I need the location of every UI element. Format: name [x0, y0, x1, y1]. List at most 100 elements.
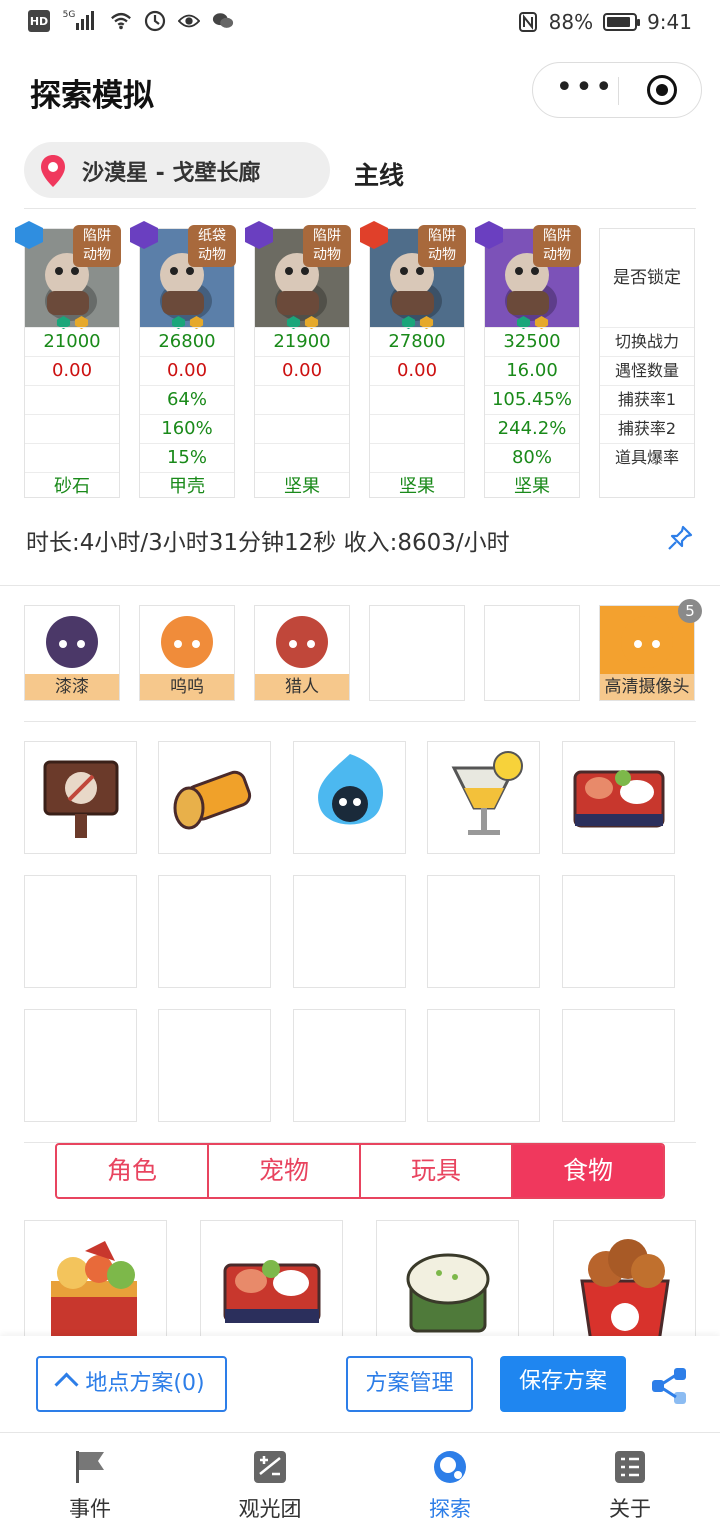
character-column[interactable]: 纸袋 动物 26800 0.00 64% 160% 15% 甲壳 — [130, 221, 236, 501]
companion-slot[interactable]: 猎人 — [254, 605, 350, 701]
fried-chicken-bucket-icon — [580, 1239, 670, 1349]
item-value: 坚果 — [370, 472, 464, 501]
companion-slot[interactable]: 漆漆 — [24, 605, 120, 701]
encounter-value: 16.00 — [485, 356, 579, 385]
empty-companion-slot[interactable] — [484, 605, 580, 701]
bento-box-icon — [223, 1260, 321, 1323]
encounter-value: 0.00 — [370, 356, 464, 385]
power-value: 26800 — [140, 327, 234, 356]
character-column[interactable]: 陷阱 动物 21900 0.00 坚果 — [245, 221, 351, 501]
companion-portrait — [276, 616, 328, 668]
equipped-item-slot[interactable] — [562, 741, 675, 854]
item-value: 坚果 — [485, 472, 579, 501]
tab-pets[interactable]: 宠物 — [209, 1145, 361, 1197]
food-item[interactable] — [553, 1220, 696, 1350]
capture1-label: 捕获率1 — [600, 385, 694, 414]
category-tabs: 角色 宠物 玩具 食物 — [55, 1143, 665, 1199]
capsule-divider — [618, 77, 619, 105]
tab-food[interactable]: 食物 — [513, 1145, 663, 1197]
tab-characters[interactable]: 角色 — [57, 1145, 209, 1197]
character-column[interactable]: 陷阱 动物 32500 16.00 105.45% 244.2% 80% 坚果 — [475, 221, 581, 501]
drop-value — [25, 443, 119, 472]
companion-name: 漆漆 — [25, 674, 119, 700]
power-label[interactable]: 切换战力 — [600, 327, 694, 356]
empty-item-slot[interactable] — [158, 1009, 271, 1122]
explore-icon — [434, 1451, 466, 1483]
plan-manage-button[interactable]: 方案管理 — [346, 1356, 473, 1412]
pin-icon[interactable] — [666, 524, 694, 552]
character-column[interactable]: 陷阱 动物 27800 0.00 坚果 — [360, 221, 466, 501]
trap-type-tag: 陷阱 动物 — [533, 225, 581, 267]
wifi-icon — [110, 10, 132, 32]
companion-portrait — [46, 616, 98, 668]
location-selector[interactable]: 沙漠星 - 戈壁长廊 — [24, 142, 330, 198]
encounter-value: 0.00 — [140, 356, 234, 385]
trap-type-tag: 陷阱 动物 — [303, 225, 351, 267]
empty-companion-slot[interactable] — [369, 605, 465, 701]
empty-item-slot[interactable] — [24, 1009, 137, 1122]
list-icon — [615, 1451, 645, 1483]
tabbar-item-events[interactable]: 事件 — [0, 1433, 180, 1533]
blue-flame-skull-icon — [318, 754, 384, 825]
chevron-up-icon — [54, 1372, 79, 1397]
tab-toys[interactable]: 玩具 — [361, 1145, 513, 1197]
equipped-item-slot[interactable] — [293, 741, 406, 854]
tabbar-item-about[interactable]: 关于 — [540, 1433, 720, 1533]
lock-label[interactable]: 是否锁定 — [600, 229, 694, 327]
equipped-item-slot[interactable] — [24, 741, 137, 854]
drop-value: 80% — [485, 443, 579, 472]
status-bar: HD 5G 88% 9:41 — [0, 0, 720, 46]
target-icon[interactable] — [647, 75, 677, 105]
bento-box-icon — [573, 770, 665, 828]
drop-value: 15% — [140, 443, 234, 472]
encounter-label: 遇怪数量 — [600, 356, 694, 385]
empty-item-slot[interactable] — [158, 875, 271, 988]
companion-slot[interactable]: 呜呜 — [139, 605, 235, 701]
empty-item-slot[interactable] — [562, 875, 675, 988]
equipped-item-slot[interactable] — [158, 741, 271, 854]
food-item[interactable] — [200, 1220, 343, 1350]
character-column[interactable]: 陷阱 动物 21000 0.00 砂石 — [15, 221, 121, 498]
capture1-value — [25, 385, 119, 414]
flag-icon — [76, 1451, 104, 1483]
power-value: 27800 — [370, 327, 464, 356]
save-plan-button[interactable]: 保存方案 — [500, 1356, 626, 1412]
empty-item-slot[interactable] — [293, 875, 406, 988]
divider — [24, 721, 696, 722]
device-count-badge: 5 — [678, 599, 702, 623]
capture2-value: 160% — [140, 414, 234, 443]
item-value: 甲壳 — [140, 472, 234, 501]
equipped-item-slot[interactable] — [427, 741, 540, 854]
stat-label-column: 是否锁定 切换战力 遇怪数量 捕获率1 捕获率2 道具爆率 — [599, 228, 695, 498]
item-value: 坚果 — [255, 472, 349, 501]
empty-item-slot[interactable] — [562, 1009, 675, 1122]
wechat-icon — [212, 10, 234, 32]
divider — [24, 208, 696, 209]
share-icon[interactable] — [650, 1366, 690, 1406]
capture2-value: 244.2% — [485, 414, 579, 443]
no-food-sign-icon — [43, 760, 119, 838]
empty-item-slot[interactable] — [427, 1009, 540, 1122]
food-item[interactable] — [24, 1220, 167, 1350]
power-value: 21900 — [255, 327, 349, 356]
empty-item-slot[interactable] — [427, 875, 540, 988]
companion-portrait — [161, 616, 213, 668]
encounter-value: 0.00 — [25, 356, 119, 385]
capture2-value — [255, 414, 349, 443]
capture2-value — [25, 414, 119, 443]
tabbar-label: 关于 — [609, 1497, 651, 1521]
trap-type-tag: 陷阱 动物 — [73, 225, 121, 267]
trap-type-tag: 陷阱 动物 — [418, 225, 466, 267]
rice-cake-icon — [406, 1253, 490, 1333]
location-name: 沙漠星 - 戈壁长廊 — [82, 161, 261, 186]
tabbar-item-tour[interactable]: 观光团 — [180, 1433, 360, 1533]
location-plan-button[interactable]: 地点方案(0) — [36, 1356, 227, 1412]
action-bar: 地点方案(0) 方案管理 保存方案 — [0, 1336, 720, 1432]
battery-percent: 88% — [548, 10, 594, 34]
more-icon[interactable]: ••• — [555, 73, 615, 107]
mode-label[interactable]: 主线 — [354, 156, 404, 192]
empty-item-slot[interactable] — [24, 875, 137, 988]
empty-item-slot[interactable] — [293, 1009, 406, 1122]
food-item[interactable] — [376, 1220, 519, 1350]
tabbar-item-explore[interactable]: 探索 — [360, 1433, 540, 1533]
